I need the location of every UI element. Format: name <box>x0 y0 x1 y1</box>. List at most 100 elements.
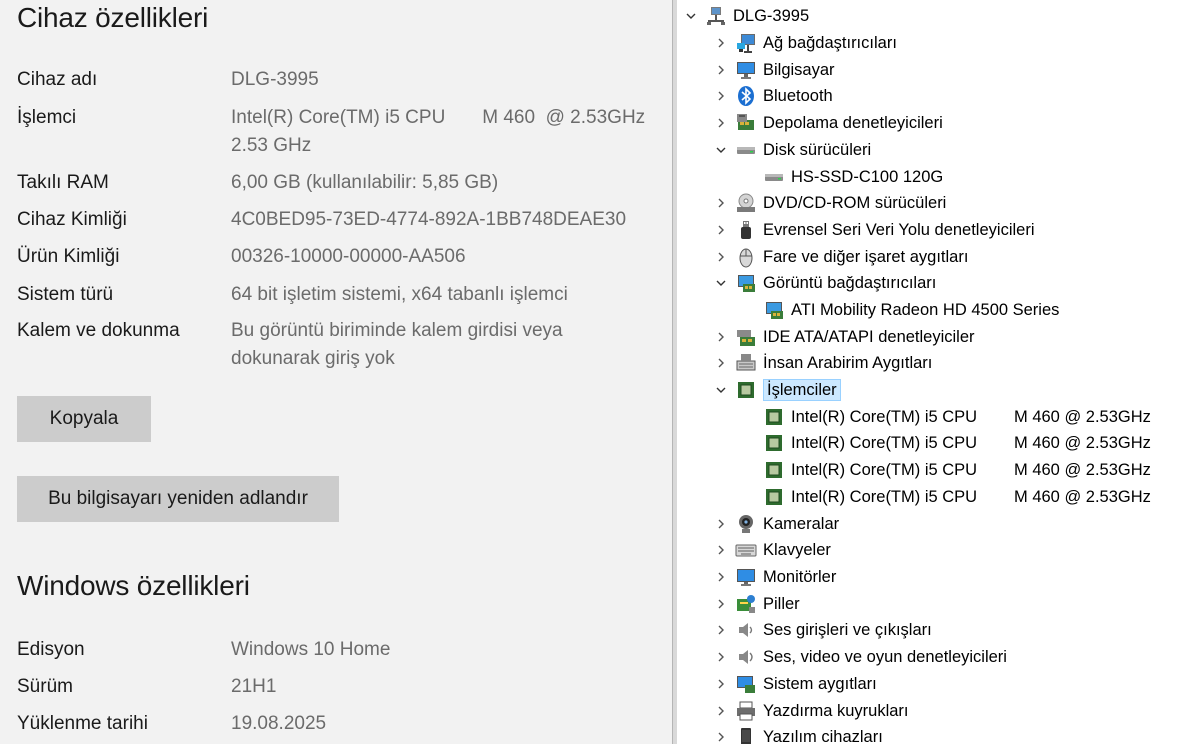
tree-category[interactable]: Depolama denetleyicileri <box>713 110 943 136</box>
chevron-right-icon[interactable] <box>713 355 729 371</box>
category-label: İnsan Arabirim Aygıtları <box>763 353 933 372</box>
category-label: İşlemciler <box>763 379 841 401</box>
category-label: Kameralar <box>763 514 840 533</box>
camera-icon <box>735 513 757 535</box>
tree-category[interactable]: Fare ve diğer işaret aygıtları <box>713 244 968 270</box>
ide-controller-icon <box>735 326 757 348</box>
tree-category[interactable]: IDE ATA/ATAPI denetleyiciler <box>713 324 975 350</box>
tree-device[interactable]: HS-SSD-C100 120G <box>763 164 943 190</box>
tree-root[interactable]: DLG-3995 <box>683 3 809 29</box>
windows-spec-value: Windows 10 Home <box>231 639 391 660</box>
bluetooth-icon <box>735 85 757 107</box>
chevron-right-icon[interactable] <box>713 729 729 744</box>
device-label: ATI Mobility Radeon HD 4500 Series <box>791 300 1060 319</box>
tree-category[interactable]: Ağ bağdaştırıcıları <box>713 30 897 56</box>
printer-icon <box>735 700 757 722</box>
chevron-down-icon[interactable] <box>713 275 729 291</box>
device-spec-label: Cihaz Kimliği <box>17 209 127 230</box>
category-label: Bluetooth <box>763 86 833 105</box>
tree-category[interactable]: Ses girişleri ve çıkışları <box>713 617 932 643</box>
tree-category[interactable]: Evrensel Seri Veri Yolu denetleyicileri <box>713 217 1035 243</box>
chevron-right-icon[interactable] <box>713 329 729 345</box>
battery-icon <box>735 593 757 615</box>
device-spec-value: 00326-10000-00000-AA506 <box>231 246 466 267</box>
chevron-right-icon[interactable] <box>713 649 729 665</box>
copy-button[interactable]: Kopyala <box>17 396 151 442</box>
tree-device[interactable]: Intel(R) Core(TM) i5 CPU M 460 @ 2.53GHz <box>763 484 1151 510</box>
tree-category[interactable]: Bluetooth <box>713 83 833 109</box>
chevron-right-icon[interactable] <box>713 88 729 104</box>
disk-drive-icon <box>763 166 785 188</box>
category-label: Görüntü bağdaştırıcıları <box>763 273 937 292</box>
chevron-right-icon[interactable] <box>713 195 729 211</box>
tree-category[interactable]: İnsan Arabirim Aygıtları <box>713 350 932 376</box>
tree-device[interactable]: Intel(R) Core(TM) i5 CPU M 460 @ 2.53GHz <box>763 457 1151 483</box>
tree-category[interactable]: Görüntü bağdaştırıcıları <box>713 270 936 296</box>
device-label: HS-SSD-C100 120G <box>791 167 944 186</box>
cpu-name: Intel(R) Core(TM) i5 CPU <box>791 460 978 479</box>
category-label: Ağ bağdaştırıcıları <box>763 33 897 52</box>
category-label: DVD/CD-ROM sürücüleri <box>763 193 947 212</box>
category-label: Klavyeler <box>763 540 831 559</box>
device-manager-tree: DLG-3995 Ağ bağdaştırıcıları Bilgisayar Bl… <box>677 0 1200 744</box>
usb-icon <box>735 219 757 241</box>
chevron-right-icon[interactable] <box>713 622 729 638</box>
tree-category[interactable]: Disk sürücüleri <box>713 137 871 163</box>
cpu-model: M 460 @ 2.53GHz <box>1014 460 1151 479</box>
chevron-down-icon[interactable] <box>713 382 729 398</box>
device-spec-value: 4C0BED95-73ED-4774-892A-1BB748DEAE30 <box>231 209 627 230</box>
chevron-right-icon[interactable] <box>713 35 729 51</box>
device-spec-label: Cihaz adı <box>17 69 98 90</box>
category-label: Yazılım cihazları <box>763 727 883 744</box>
rename-pc-button[interactable]: Bu bilgisayarı yeniden adlandır <box>17 476 339 522</box>
tree-category[interactable]: Klavyeler <box>713 537 831 563</box>
category-label: Depolama denetleyicileri <box>763 113 943 132</box>
dvd-icon <box>735 192 757 214</box>
cpu-name: Intel(R) Core(TM) i5 CPU <box>791 433 978 452</box>
tree-category[interactable]: Ses, video ve oyun denetleyicileri <box>713 644 1007 670</box>
processor-icon <box>763 486 785 508</box>
tree-device[interactable]: Intel(R) Core(TM) i5 CPU M 460 @ 2.53GHz <box>763 430 1151 456</box>
tree-category[interactable]: DVD/CD-ROM sürücüleri <box>713 190 946 216</box>
device-spec-label: Kalem ve dokunma <box>17 320 180 341</box>
device-spec-value: Bu görüntü biriminde kalem girdisi veya … <box>231 320 563 369</box>
display-adapter-icon <box>763 299 785 321</box>
chevron-right-icon[interactable] <box>713 249 729 265</box>
tree-category[interactable]: Bilgisayar <box>713 57 835 83</box>
chevron-right-icon[interactable] <box>713 62 729 78</box>
tree-category[interactable]: Sistem aygıtları <box>713 671 877 697</box>
category-label: Piller <box>763 594 800 613</box>
network-adapter-icon <box>735 32 757 54</box>
chevron-right-icon[interactable] <box>713 703 729 719</box>
device-spec-label: Ürün Kimliği <box>17 246 120 267</box>
chevron-right-icon[interactable] <box>713 115 729 131</box>
root-label: DLG-3995 <box>733 6 810 25</box>
system-devices-icon <box>735 673 757 695</box>
chevron-right-icon[interactable] <box>713 542 729 558</box>
tree-category[interactable]: İşlemciler <box>713 377 841 403</box>
tree-category[interactable]: Monitörler <box>713 564 836 590</box>
tree-category[interactable]: Kameralar <box>713 511 839 537</box>
keyboard-icon <box>735 539 757 561</box>
chevron-right-icon[interactable] <box>713 222 729 238</box>
chevron-down-icon[interactable] <box>683 8 699 24</box>
chevron-right-icon[interactable] <box>713 596 729 612</box>
chevron-right-icon[interactable] <box>713 676 729 692</box>
chevron-right-icon[interactable] <box>713 516 729 532</box>
category-label: Sistem aygıtları <box>763 674 877 693</box>
windows-spec-label: Sürüm <box>17 676 73 697</box>
tree-device[interactable]: Intel(R) Core(TM) i5 CPU M 460 @ 2.53GHz <box>763 404 1151 430</box>
cpu-name: Intel(R) Core(TM) i5 CPU <box>791 407 978 426</box>
device-spec-label: Takılı RAM <box>17 172 109 193</box>
tree-device[interactable]: ATI Mobility Radeon HD 4500 Series <box>763 297 1059 323</box>
device-spec-label: Sistem türü <box>17 284 114 305</box>
chevron-down-icon[interactable] <box>713 142 729 158</box>
tree-category[interactable]: Yazılım cihazları <box>713 724 883 744</box>
processor-icon <box>735 379 757 401</box>
chevron-right-icon[interactable] <box>713 569 729 585</box>
device-spec-label: İşlemci <box>17 107 77 128</box>
tree-category[interactable]: Yazdırma kuyrukları <box>713 698 909 724</box>
category-label: Fare ve diğer işaret aygıtları <box>763 247 969 266</box>
device-spec-value: Intel(R) Core(TM) i5 CPU M 460 @ 2.53GHz… <box>231 107 646 156</box>
tree-category[interactable]: Piller <box>713 591 800 617</box>
